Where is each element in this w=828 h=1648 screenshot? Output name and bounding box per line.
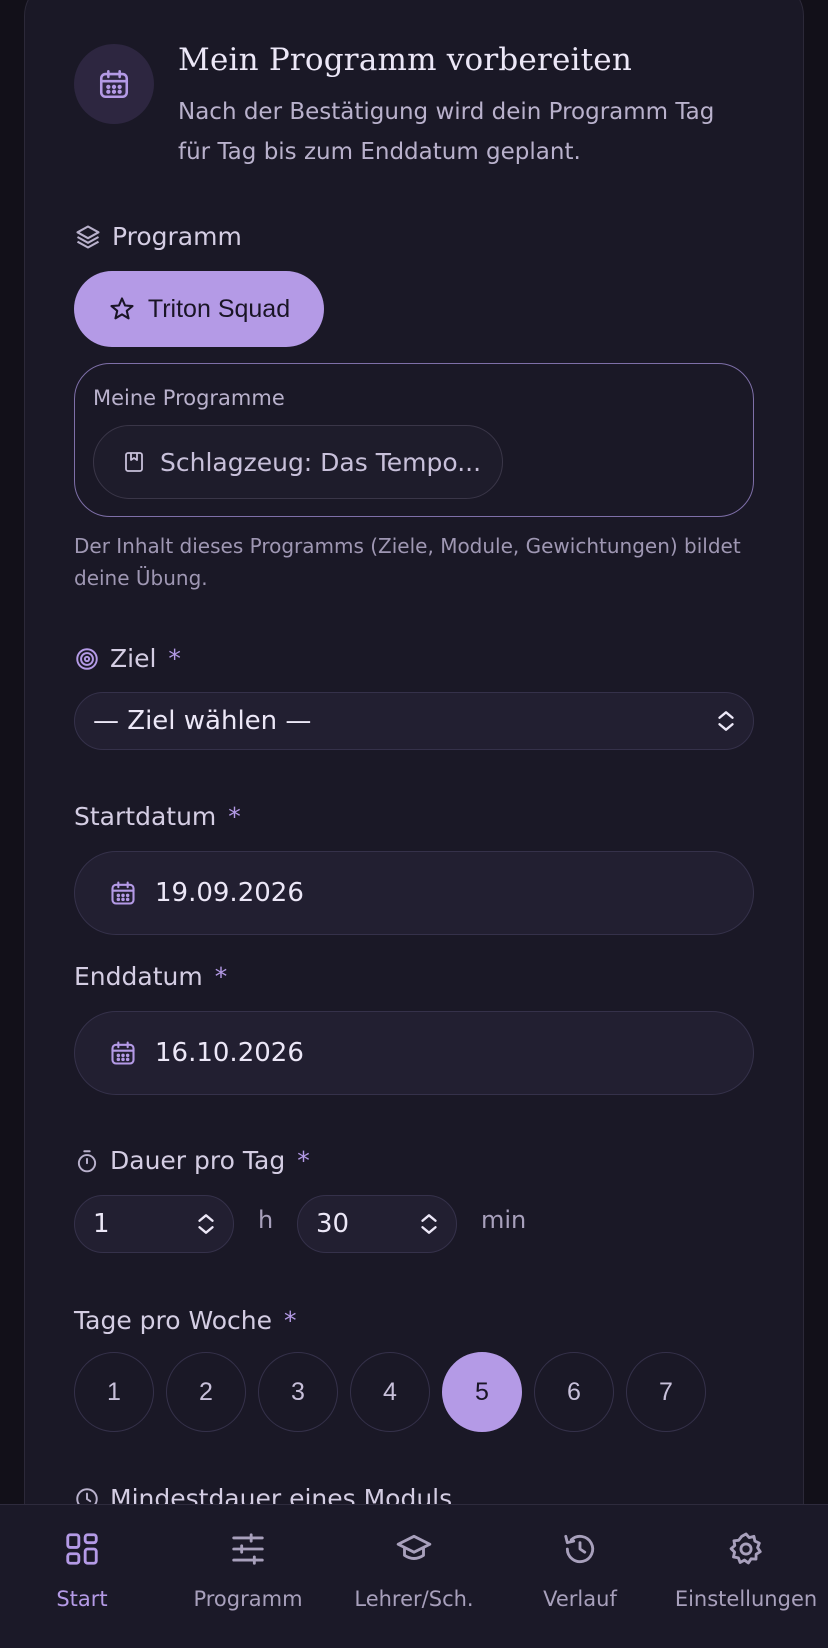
my-program-item[interactable]: Schlagzeug: Das Tempo... xyxy=(93,425,503,499)
day-option-3[interactable]: 3 xyxy=(258,1352,338,1432)
gear-icon xyxy=(727,1525,765,1573)
duration-minutes-value: 30 xyxy=(316,1209,350,1239)
my-programs-title: Meine Programme xyxy=(93,386,285,410)
end-date-label: Enddatum * xyxy=(74,962,228,991)
star-icon xyxy=(108,295,136,323)
days-per-week-label: Tage pro Woche * xyxy=(74,1306,297,1335)
graduation-cap-icon xyxy=(394,1525,434,1573)
page-title: Mein Programm vorbereiten xyxy=(178,42,632,78)
day-option-2[interactable]: 2 xyxy=(166,1352,246,1432)
duration-hours-value: 1 xyxy=(93,1209,110,1239)
day-option-7[interactable]: 7 xyxy=(626,1352,706,1432)
chevron-updown-icon xyxy=(416,1210,442,1238)
page-subtitle: Nach der Bestätigung wird dein Programm … xyxy=(178,99,715,165)
program-chip-label: Triton Squad xyxy=(147,294,291,323)
layers-icon xyxy=(74,223,102,251)
goal-select-value: — Ziel wählen — xyxy=(93,706,312,736)
bookmark-icon xyxy=(122,449,146,475)
chevron-updown-icon xyxy=(193,1210,219,1238)
page: Mein Programm vorbereiten Nach der Bestä… xyxy=(0,0,828,1648)
duration-hours-select[interactable]: 1 xyxy=(74,1195,234,1253)
program-hint: Der Inhalt dieses Programms (Ziele, Modu… xyxy=(74,534,741,590)
end-date-value: 16.10.2026 xyxy=(155,1038,304,1068)
day-option-5[interactable]: 5 xyxy=(442,1352,522,1432)
sliders-icon xyxy=(229,1525,267,1573)
duration-minutes-select[interactable]: 30 xyxy=(297,1195,457,1253)
target-icon xyxy=(74,646,100,672)
chevron-updown-icon xyxy=(713,707,739,735)
my-program-item-label: Schlagzeug: Das Tempo... xyxy=(160,447,482,477)
calendar-icon xyxy=(74,44,154,124)
duration-label: Dauer pro Tag * xyxy=(74,1146,310,1175)
day-option-4[interactable]: 4 xyxy=(350,1352,430,1432)
goal-label: Ziel * xyxy=(74,644,181,673)
day-option-6[interactable]: 6 xyxy=(534,1352,614,1432)
end-date-field[interactable]: 16.10.2026 xyxy=(74,1011,754,1095)
stopwatch-icon xyxy=(74,1148,100,1174)
start-date-value: 19.09.2026 xyxy=(155,878,304,908)
tab-lehrer[interactable]: Lehrer/Sch. xyxy=(334,1525,494,1635)
calendar-icon xyxy=(109,879,137,907)
goal-select[interactable]: — Ziel wählen — xyxy=(74,692,754,750)
day-option-1[interactable]: 1 xyxy=(74,1352,154,1432)
bottom-tab-bar: Start Programm Lehrer/Sch. Verlauf Einst… xyxy=(0,1504,828,1648)
program-label: Programm xyxy=(74,222,242,251)
minutes-unit: min xyxy=(481,1206,527,1234)
start-date-field[interactable]: 19.09.2026 xyxy=(74,851,754,935)
grid-icon xyxy=(63,1525,101,1573)
tab-programm[interactable]: Programm xyxy=(168,1525,328,1635)
my-programs-group: Meine Programme Schlagzeug: Das Tempo... xyxy=(74,363,754,517)
start-date-label: Startdatum * xyxy=(74,802,241,831)
calendar-icon xyxy=(109,1039,137,1067)
history-icon xyxy=(561,1525,599,1573)
hours-unit: h xyxy=(258,1206,274,1234)
tab-start[interactable]: Start xyxy=(2,1525,162,1635)
tab-einstellungen[interactable]: Einstellungen xyxy=(666,1525,826,1635)
program-chip-triton-squad[interactable]: Triton Squad xyxy=(74,271,324,347)
tab-verlauf[interactable]: Verlauf xyxy=(500,1525,660,1635)
